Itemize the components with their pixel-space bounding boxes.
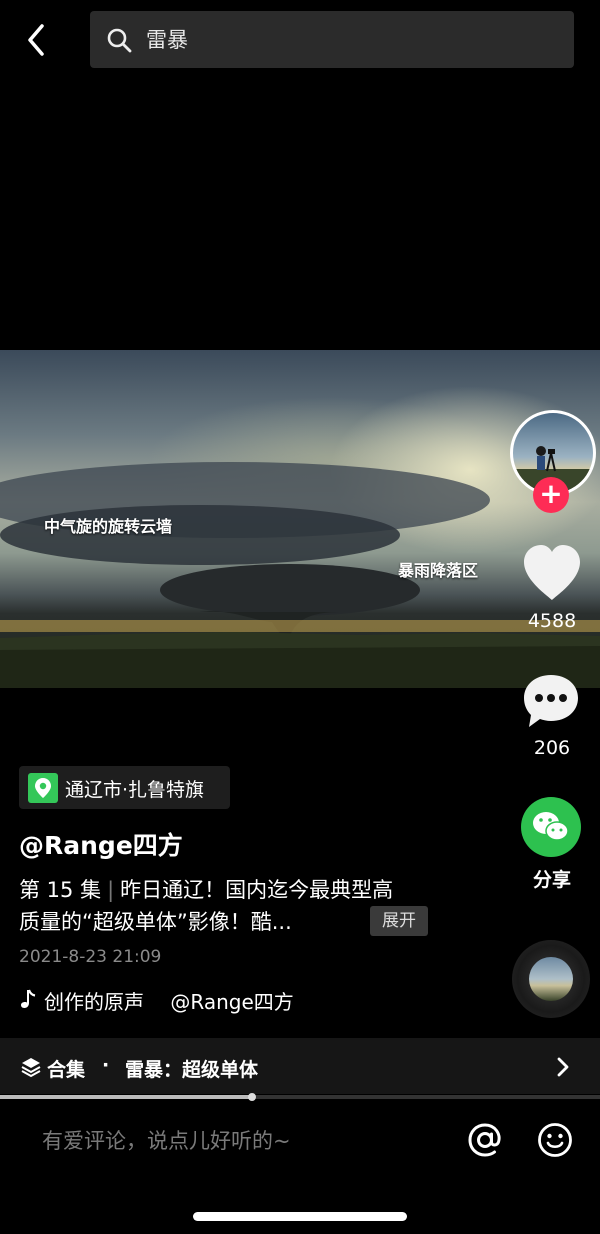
- search-query-text: 雷暴: [146, 28, 188, 52]
- location-text: 通辽市·扎鲁特旗: [65, 779, 205, 801]
- follow-button[interactable]: +: [533, 477, 569, 513]
- search-icon: [107, 28, 132, 53]
- comment-count: 206: [533, 737, 571, 759]
- description-line-2: 质量的“超级单体”影像！酷...: [19, 910, 292, 934]
- playback-progress-fill: [0, 1095, 252, 1099]
- video-caption-right: 暴雨降落区: [398, 561, 479, 580]
- heart-icon[interactable]: [520, 542, 584, 604]
- chevron-right-icon: [557, 1057, 569, 1077]
- share-label: 分享: [532, 869, 571, 891]
- location-pin-icon: [28, 773, 58, 803]
- comment-bubble-icon[interactable]: [521, 672, 581, 730]
- playback-progress-bar[interactable]: [0, 1093, 600, 1101]
- back-arrow-icon: [28, 24, 44, 56]
- expand-button[interactable]: 展开: [370, 906, 428, 936]
- comment-input[interactable]: 有爱评论，说点儿好听的~: [42, 1125, 291, 1155]
- video-player[interactable]: 中气旋的旋转云墙 暴雨降落区: [0, 350, 600, 688]
- author-name[interactable]: @Range四方: [19, 826, 183, 862]
- collection-label: 合集: [47, 1059, 86, 1081]
- collection-name: 雷暴：超级单体: [125, 1059, 259, 1081]
- emoji-icon[interactable]: [537, 1122, 573, 1158]
- location-tag[interactable]: 通辽市·扎鲁特旗: [19, 766, 230, 809]
- playback-progress-handle[interactable]: [247, 1093, 256, 1101]
- post-date: 2021-8-23 21:09: [19, 947, 162, 967]
- back-button[interactable]: [22, 22, 54, 58]
- episode-label: 第 15 集: [19, 878, 102, 902]
- at-icon[interactable]: [466, 1121, 504, 1159]
- music-disc[interactable]: [512, 940, 590, 1018]
- wechat-icon: [533, 812, 569, 841]
- episode-divider: |: [107, 878, 115, 902]
- collection-bar[interactable]: 合集 · 雷暴：超级单体: [0, 1038, 600, 1094]
- music-note-icon: [21, 989, 36, 1008]
- music-title[interactable]: 创作的原声 @Range四方: [44, 986, 294, 1015]
- collection-separator: ·: [102, 1054, 110, 1076]
- wechat-share-button[interactable]: [521, 797, 581, 857]
- music-disc-cover: [529, 957, 573, 1001]
- description-line-1: 第 15 集 | 昨日通辽！国内迄今最典型高: [19, 875, 393, 905]
- like-count: 4588: [527, 610, 577, 632]
- video-caption-left: 中气旋的旋转云墙: [44, 517, 173, 536]
- search-input[interactable]: 雷暴: [90, 11, 574, 68]
- description-text-1: 昨日通辽！国内迄今最典型高: [120, 878, 394, 902]
- layers-icon: [21, 1058, 41, 1078]
- home-indicator: [193, 1212, 407, 1221]
